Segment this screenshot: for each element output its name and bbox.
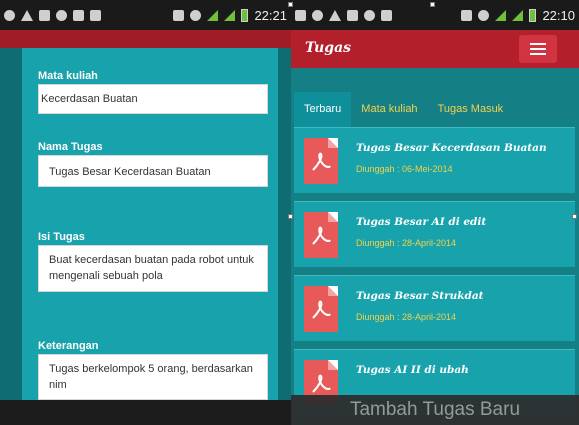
- tab-latest[interactable]: Terbaru: [294, 92, 352, 127]
- task-name-input[interactable]: Tugas Besar Kecerdasan Buatan: [38, 155, 268, 187]
- add-task-button[interactable]: Tambah Tugas Baru: [291, 395, 579, 425]
- task-name-label: Nama Tugas: [38, 141, 103, 153]
- app-title: Tugas: [305, 40, 352, 56]
- bottom-bar: [0, 400, 291, 425]
- assignment-date: Diunggah : 28-April-2014: [356, 238, 457, 248]
- battery-icon: [241, 8, 249, 22]
- whatsapp-icon: [364, 9, 375, 21]
- signal-icon: [207, 9, 219, 21]
- tab-bar: Terbaru Mata kuliah Tugas Masuk: [291, 92, 579, 127]
- selection-handle: [430, 2, 435, 7]
- signal-icon-2: [224, 9, 236, 21]
- hamburger-menu-icon[interactable]: [519, 35, 557, 63]
- battery-icon: [529, 8, 537, 22]
- mute-icon: [173, 9, 185, 21]
- app-bar: Tugas: [291, 30, 579, 68]
- message-icon: [73, 9, 84, 21]
- selection-handle: [572, 214, 577, 219]
- notes-textarea[interactable]: Tugas berkelompok 5 orang, berdasarkan n…: [38, 354, 268, 400]
- form-screen: 22:21 Mata kuliah Kecerdasan Buatan Nama…: [0, 0, 291, 425]
- assignment-title: Tugas Besar Strukdat: [356, 290, 484, 302]
- wifi-icon: [190, 9, 202, 21]
- assignment-title: Tugas AI II di ubah: [356, 364, 469, 376]
- status-bar: 22:10: [291, 0, 579, 30]
- message-icon: [381, 9, 392, 21]
- selection-handle: [288, 214, 293, 219]
- notification-icon: [312, 9, 323, 21]
- notes-label: Keterangan: [38, 340, 99, 352]
- signal-icon: [495, 9, 507, 21]
- list-item[interactable]: Tugas Besar Kecerdasan Buatan Diunggah :…: [294, 127, 575, 193]
- wifi-icon: [478, 9, 490, 21]
- warning-icon: [329, 9, 341, 21]
- backdrop-right: [278, 48, 291, 400]
- task-content-textarea[interactable]: Buat kecerdasan buatan pada robot untuk …: [38, 245, 268, 292]
- task-form: Mata kuliah Kecerdasan Buatan Nama Tugas…: [22, 48, 278, 400]
- status-time: 22:21: [254, 7, 287, 23]
- tab-submitted[interactable]: Tugas Masuk: [428, 92, 514, 127]
- course-input[interactable]: Kecerdasan Buatan: [38, 84, 268, 114]
- list-item[interactable]: Tugas Besar Strukdat Diunggah : 28-April…: [294, 275, 575, 341]
- task-list-screen: 22:10 Tugas Terbaru Mata kuliah Tugas Ma…: [291, 0, 579, 425]
- task-content-label: Isi Tugas: [38, 231, 85, 243]
- list-item[interactable]: Tugas Besar AI di edit Diunggah : 28-Apr…: [294, 201, 575, 267]
- whatsapp-icon: [56, 9, 67, 21]
- assignment-date: Diunggah : 06-Mei-2014: [356, 164, 453, 174]
- tab-courses[interactable]: Mata kuliah: [351, 92, 427, 127]
- backdrop-left: [0, 48, 22, 400]
- pdf-file-icon: [304, 286, 338, 332]
- image-icon: [295, 9, 306, 21]
- download-icon: [90, 9, 101, 21]
- add-task-label: Tambah Tugas Baru: [349, 399, 521, 420]
- warning-icon: [21, 9, 33, 21]
- status-time: 22:10: [542, 7, 575, 23]
- status-bar: 22:21: [0, 0, 291, 30]
- mute-icon: [461, 9, 473, 21]
- assignment-title: Tugas Besar Kecerdasan Buatan: [356, 142, 547, 154]
- notification-icon: [4, 9, 15, 21]
- photo-icon: [347, 9, 358, 21]
- pdf-file-icon: [304, 212, 338, 258]
- pdf-file-icon: [304, 138, 338, 184]
- assignment-date: Diunggah : 28-April-2014: [356, 312, 457, 322]
- signal-icon-2: [512, 9, 524, 21]
- selection-handle: [288, 2, 293, 7]
- image-icon: [39, 9, 50, 21]
- header-bar: [0, 30, 291, 48]
- course-label: Mata kuliah: [38, 70, 98, 82]
- assignment-title: Tugas Besar AI di edit: [356, 216, 487, 228]
